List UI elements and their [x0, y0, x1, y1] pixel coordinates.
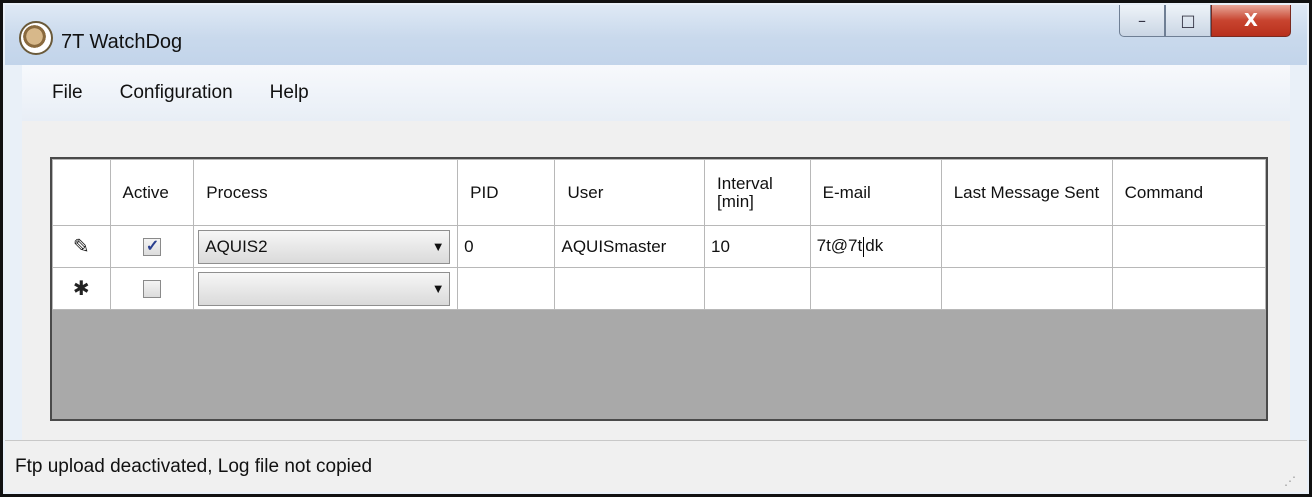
window-title: 7T WatchDog: [61, 31, 183, 53]
maximize-icon: □: [1180, 11, 1196, 30]
command-cell[interactable]: [1111, 267, 1266, 310]
active-checkbox[interactable]: [142, 236, 161, 257]
email-cell[interactable]: [809, 267, 942, 310]
row-edit-icon[interactable]: ✎: [52, 225, 111, 268]
minimize-icon: –: [1138, 11, 1146, 30]
process-dropdown[interactable]: ▼: [198, 271, 451, 306]
process-cell: AQUIS2 ▼: [193, 225, 459, 268]
window-controls: – □ X: [1119, 5, 1291, 39]
interval-cell[interactable]: 10: [704, 225, 811, 268]
process-value: AQUIS2: [205, 236, 268, 256]
main-panel: Active Process PID User Interval [min] E…: [22, 121, 1290, 441]
chevron-down-icon[interactable]: ▼: [427, 273, 449, 305]
pid-cell[interactable]: [457, 267, 556, 310]
app-window: 7T WatchDog – □ X File Configuration Hel…: [0, 0, 1312, 497]
menu-bar: File Configuration Help: [22, 65, 1290, 121]
minimize-button[interactable]: –: [1119, 5, 1165, 37]
email-value-before-cursor: 7t@7t: [816, 236, 863, 256]
close-button[interactable]: X: [1211, 5, 1291, 37]
command-cell[interactable]: [1111, 225, 1266, 268]
header-pid[interactable]: PID: [457, 159, 556, 226]
user-cell[interactable]: AQUISmaster: [554, 225, 706, 268]
process-table: Active Process PID User Interval [min] E…: [52, 159, 1266, 310]
app-logo-icon: [19, 21, 53, 55]
header-interval[interactable]: Interval [min]: [704, 159, 811, 226]
menu-file[interactable]: File: [52, 82, 83, 104]
chevron-down-icon[interactable]: ▼: [427, 231, 449, 263]
header-user[interactable]: User: [554, 159, 706, 226]
process-grid: Active Process PID User Interval [min] E…: [50, 157, 1268, 421]
header-corner: [52, 159, 111, 226]
menu-configuration[interactable]: Configuration: [120, 82, 233, 104]
title-bar[interactable]: 7T WatchDog – □ X: [5, 5, 1307, 65]
last-message-cell[interactable]: [940, 267, 1113, 310]
active-cell: [109, 267, 195, 310]
status-text: Ftp upload deactivated, Log file not cop…: [15, 455, 373, 477]
status-bar: Ftp upload deactivated, Log file not cop…: [5, 440, 1307, 492]
pid-cell[interactable]: 0: [457, 225, 556, 268]
interval-cell[interactable]: [704, 267, 811, 310]
email-value-after-cursor: dk: [865, 236, 884, 256]
active-checkbox[interactable]: [142, 280, 161, 299]
header-email[interactable]: E-mail: [809, 159, 942, 226]
process-dropdown[interactable]: AQUIS2 ▼: [198, 229, 451, 264]
menu-help[interactable]: Help: [270, 82, 309, 104]
close-icon: X: [1244, 10, 1258, 31]
active-cell: [109, 225, 195, 268]
header-active[interactable]: Active: [109, 159, 195, 226]
header-command[interactable]: Command: [1111, 159, 1266, 226]
table-row-new: ✱ ▼: [52, 267, 1266, 310]
row-new-icon[interactable]: ✱: [52, 267, 111, 310]
last-message-cell[interactable]: [940, 225, 1113, 268]
header-last-message-sent[interactable]: Last Message Sent: [940, 159, 1113, 226]
grid-header-row: Active Process PID User Interval [min] E…: [52, 159, 1266, 226]
email-cell[interactable]: 7t@7t dk: [809, 225, 942, 268]
maximize-button[interactable]: □: [1165, 5, 1211, 37]
user-cell[interactable]: [554, 267, 706, 310]
header-process[interactable]: Process: [193, 159, 459, 226]
process-cell: ▼: [193, 267, 459, 310]
table-row: ✎ AQUIS2 ▼ 0 AQUISmaster 10: [52, 225, 1266, 268]
resize-grip-icon[interactable]: ⋰: [1284, 475, 1297, 487]
